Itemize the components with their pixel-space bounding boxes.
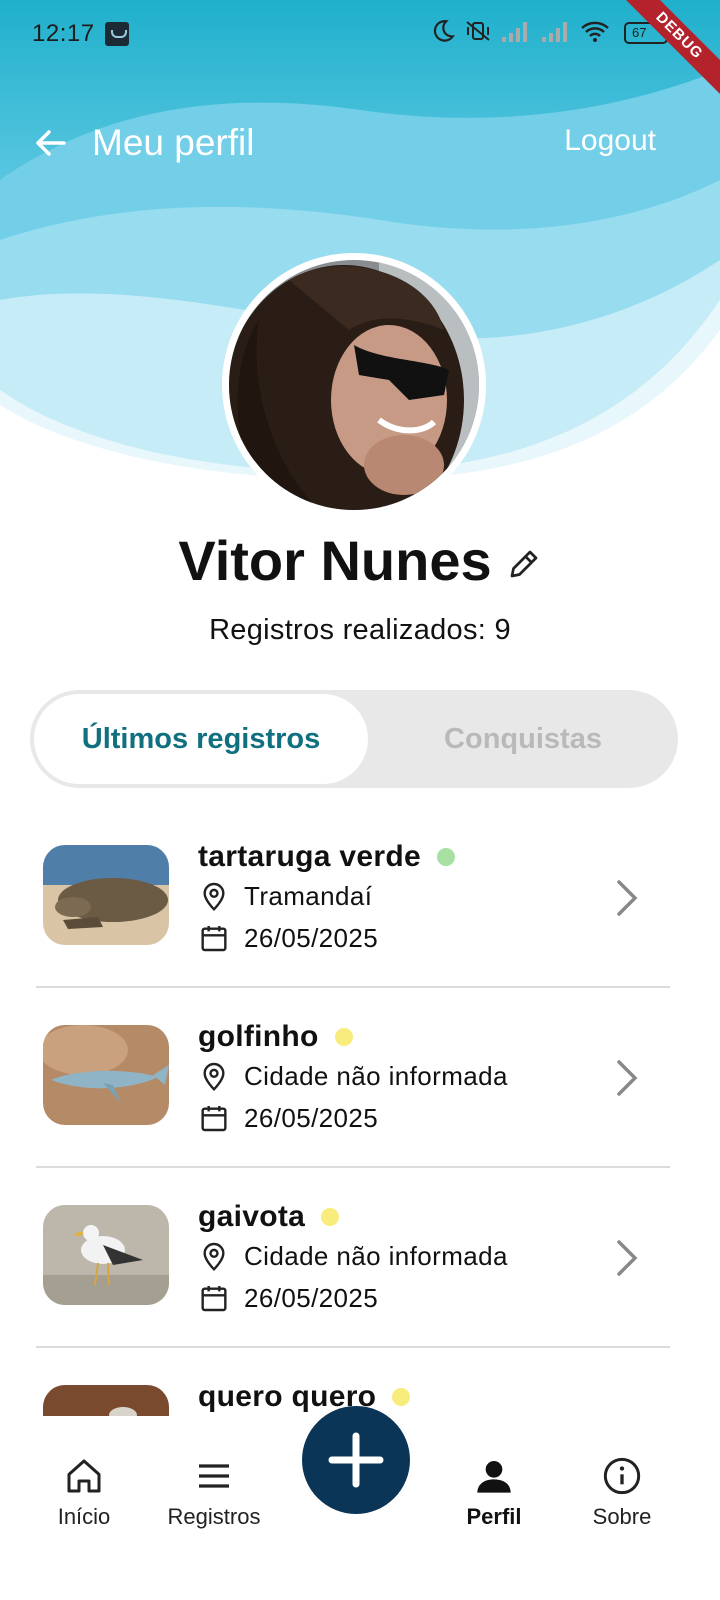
record-city-row: Cidade não informada	[198, 1240, 508, 1272]
app-notification-icon	[105, 22, 129, 46]
record-city: Cidade não informada	[244, 1060, 508, 1091]
profile-tabs: Últimos registros Conquistas	[30, 690, 678, 788]
tab-recent-records[interactable]: Últimos registros	[34, 694, 368, 784]
avatar[interactable]	[222, 253, 486, 517]
nav-home[interactable]: Início	[24, 1456, 144, 1530]
page-title: Meu perfil	[92, 122, 255, 163]
location-pin-icon	[203, 1242, 225, 1272]
status-time: 12:17	[32, 20, 95, 47]
record-thumbnail	[43, 845, 169, 945]
record-city-row: Cidade não informada	[198, 1060, 508, 1092]
nav-profile-label: Perfil	[466, 1504, 522, 1529]
calendar-icon	[201, 1106, 227, 1132]
chevron-right-icon	[617, 1240, 638, 1276]
records-list: tartaruga verde Tramandaí 26/05/2025 gol…	[36, 808, 670, 1438]
moon-icon	[433, 20, 455, 42]
plus-icon	[328, 1432, 384, 1488]
vibrate-off-icon	[466, 21, 490, 41]
add-record-button[interactable]	[302, 1406, 410, 1514]
status-dot	[392, 1388, 411, 1406]
status-bar: 12:17 67 DEBUG	[0, 0, 720, 105]
nav-about-label: Sobre	[592, 1504, 652, 1529]
record-name: golfinho	[198, 1020, 319, 1053]
record-thumbnail	[43, 1205, 169, 1305]
nav-profile[interactable]: Perfil	[434, 1456, 554, 1530]
status-dot	[321, 1208, 340, 1226]
location-pin-icon	[203, 1062, 225, 1092]
nav-records-label: Registros	[167, 1504, 261, 1529]
tab-achievements[interactable]: Conquistas	[372, 694, 674, 784]
record-title-row: gaivota	[198, 1200, 340, 1234]
record-date-row: 26/05/2025	[198, 922, 378, 954]
record-city-row: Tramandaí	[198, 880, 372, 912]
record-title-row: tartaruga verde	[198, 840, 455, 874]
bottom-navigation: Início Registros Perfil Sobre	[0, 1406, 720, 1600]
profile-screen: 12:17 67 DEBUG Meu perfil Logout Vitor N…	[0, 0, 720, 1600]
record-city: Cidade não informada	[244, 1240, 508, 1271]
record-title-row: quero quero	[198, 1380, 411, 1414]
record-thumbnail	[43, 1025, 169, 1125]
nav-about[interactable]: Sobre	[562, 1456, 682, 1530]
calendar-icon	[201, 1286, 227, 1312]
status-dot	[436, 848, 455, 866]
record-title-row: golfinho	[198, 1020, 353, 1054]
battery-level: 67	[632, 25, 647, 40]
list-item[interactable]: tartaruga verde Tramandaí 26/05/2025	[36, 808, 670, 988]
logout-button[interactable]: Logout	[564, 124, 656, 158]
record-date: 26/05/2025	[244, 1282, 379, 1313]
wifi-icon	[581, 21, 609, 42]
info-icon	[603, 1457, 641, 1495]
list-item[interactable]: golfinho Cidade não informada 26/05/2025	[36, 988, 670, 1168]
person-icon	[477, 1461, 511, 1493]
record-date: 26/05/2025	[244, 1102, 379, 1133]
edit-pencil-icon[interactable]	[506, 546, 542, 582]
record-date-row: 26/05/2025	[198, 1282, 378, 1314]
status-dot	[334, 1028, 353, 1046]
record-name: gaivota	[198, 1200, 306, 1233]
record-name: tartaruga verde	[198, 840, 421, 873]
status-icons	[430, 18, 610, 44]
chevron-right-icon	[617, 1060, 638, 1096]
menu-icon	[199, 1464, 229, 1488]
signal-icon-2	[542, 22, 567, 42]
record-city: Tramandaí	[244, 880, 373, 911]
list-item[interactable]: gaivota Cidade não informada 26/05/2025	[36, 1168, 670, 1348]
profile-name: Vitor Nunes	[178, 529, 492, 592]
profile-name-row: Vitor Nunes	[0, 528, 720, 593]
location-pin-icon	[203, 882, 225, 912]
record-date-row: 26/05/2025	[198, 1102, 378, 1134]
records-count: Registros realizados: 9	[209, 614, 511, 646]
back-arrow-icon[interactable]	[34, 126, 68, 160]
home-icon	[67, 1459, 101, 1493]
nav-home-label: Início	[57, 1504, 111, 1529]
record-date: 26/05/2025	[244, 922, 379, 953]
calendar-icon	[201, 926, 227, 952]
chevron-right-icon	[617, 880, 638, 916]
signal-icon	[502, 22, 527, 42]
nav-records[interactable]: Registros	[154, 1456, 274, 1530]
